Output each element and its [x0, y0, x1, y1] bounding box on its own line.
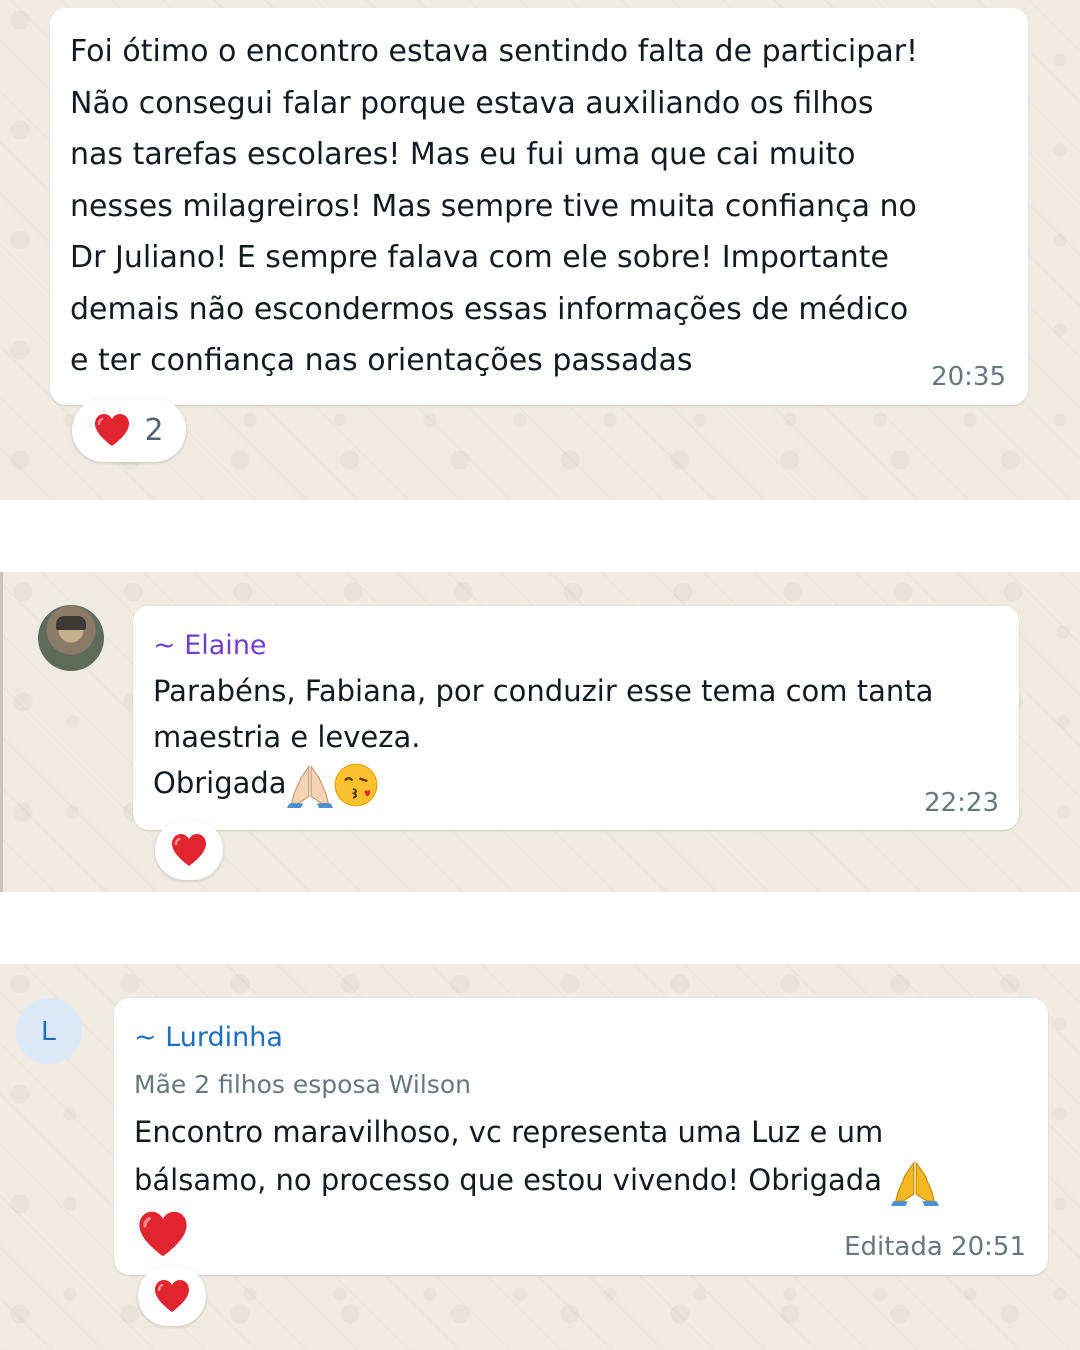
sender-name[interactable]: ~ Elaine [153, 630, 267, 661]
message-bubble[interactable]: Foi ótimo o encontro estava sentindo fal… [50, 8, 1028, 405]
message-text-word: Obrigada [153, 766, 287, 800]
reaction-count: 2 [144, 412, 164, 448]
message-text-line: maestria e leveza. [153, 720, 421, 754]
message-bubble[interactable]: ~ Lurdinha Mãe 2 filhos esposa Wilson En… [114, 998, 1048, 1275]
message-text-last-line: Obrigada [153, 760, 379, 808]
heart-icon [154, 1279, 190, 1313]
reaction-pill[interactable]: 2 [72, 398, 186, 462]
kissing-face-icon [333, 762, 379, 808]
message-text-line: bálsamo, no processo que estou vivendo! … [134, 1156, 939, 1206]
message-text-line: Encontro maravilhoso, vc representa uma … [134, 1115, 884, 1149]
message-text-line: Parabéns, Fabiana, por conduzir esse tem… [153, 674, 934, 708]
message-time: 20:35 [931, 362, 1006, 392]
sender-subtitle: Mãe 2 filhos esposa Wilson [134, 1070, 471, 1099]
sender-name[interactable]: ~ Lurdinha [134, 1022, 283, 1053]
heart-icon [171, 833, 207, 867]
message-text-word: bálsamo, no processo que estou vivendo! … [134, 1163, 882, 1197]
chat-panel-2: ~ Elaine Parabéns, Fabiana, por conduzir… [0, 572, 1080, 892]
message-time: Editada 20:51 [844, 1232, 1026, 1262]
avatar[interactable]: L [16, 998, 82, 1064]
heart-icon [94, 413, 130, 447]
message-text: Foi ótimo o encontro estava sentindo fal… [70, 34, 919, 378]
reaction-pill[interactable] [155, 820, 223, 880]
chat-panel-1: Foi ótimo o encontro estava sentindo fal… [0, 0, 1080, 500]
message-time: 22:23 [924, 788, 999, 818]
avatar-photo [56, 616, 86, 630]
message-bubble[interactable]: ~ Elaine Parabéns, Fabiana, por conduzir… [133, 606, 1019, 830]
folded-hands-icon [287, 762, 333, 808]
folded-hands-icon [891, 1158, 939, 1206]
avatar[interactable] [38, 605, 104, 671]
chat-panel-3: L ~ Lurdinha Mãe 2 filhos esposa Wilson … [0, 964, 1080, 1350]
avatar-initial: L [41, 1015, 57, 1046]
heart-icon [138, 1210, 188, 1258]
reaction-pill[interactable] [138, 1266, 206, 1326]
